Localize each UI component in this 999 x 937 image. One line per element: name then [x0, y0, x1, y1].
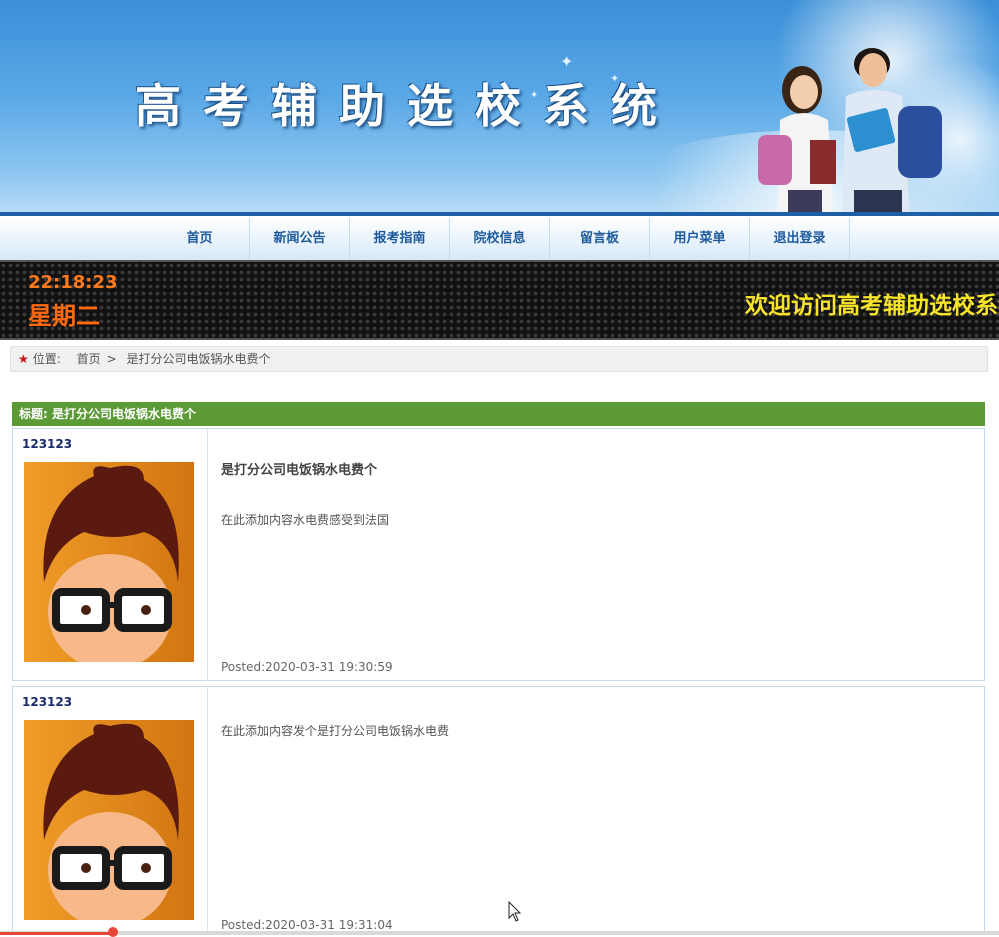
post-content: 在此添加内容水电费感受到法国: [221, 513, 390, 527]
progress-handle[interactable]: [108, 927, 118, 937]
cartoon-avatar-icon: [24, 462, 194, 662]
star-icon: ★: [18, 352, 29, 366]
nav-item-message-board[interactable]: 留言板: [550, 218, 650, 260]
page-bottom-bar: [0, 931, 999, 935]
welcome-marquee: 欢迎访问高考辅助选校系统: [745, 293, 999, 319]
nav-item-logout[interactable]: 退出登录: [750, 218, 850, 260]
clock-weekday: 星期二: [28, 302, 100, 330]
students-illustration: [758, 48, 942, 215]
main-nav: 首页 新闻公告 报考指南 院校信息 留言板 用户菜单 退出登录: [0, 218, 999, 261]
cartoon-avatar-icon: [24, 720, 194, 920]
post-timestamp: Posted:2020-03-31 19:31:04: [221, 918, 393, 932]
breadcrumb: ★ 位置: 首页 > 是打分公司电饭锅水电费个: [10, 346, 988, 372]
post-username: 123123: [22, 437, 73, 451]
message-post: 123123 在此添加内容发个是打分公司电饭锅水电费 Posted:2020-0…: [12, 686, 985, 935]
nav-item-news[interactable]: 新闻公告: [250, 218, 350, 260]
topic-title-bar: 标题: 是打分公司电饭锅水电费个: [12, 402, 985, 426]
post-title: 是打分公司电饭锅水电费个: [221, 463, 378, 478]
post-content: 在此添加内容发个是打分公司电饭锅水电费: [221, 724, 450, 738]
nav-item-colleges[interactable]: 院校信息: [450, 218, 550, 260]
sparkle-icon: ✦: [560, 52, 574, 71]
clock-time: 22:18:23: [28, 272, 118, 293]
mouse-cursor-icon: [508, 901, 522, 922]
clock-marquee-strip: 22:18:23 星期二 欢迎访问高考辅助选校系统: [0, 260, 999, 340]
nav-item-home[interactable]: 首页: [150, 218, 250, 260]
breadcrumb-home-link[interactable]: 首页: [77, 352, 101, 366]
nav-item-user-menu[interactable]: 用户菜单: [650, 218, 750, 260]
breadcrumb-label: 位置:: [32, 352, 61, 366]
breadcrumb-separator: >: [106, 352, 117, 366]
post-timestamp: Posted:2020-03-31 19:30:59: [221, 660, 393, 674]
nav-item-guide[interactable]: 报考指南: [350, 218, 450, 260]
message-post: 123123 是打分公司电饭锅水电费个 在此添加内容水电费感受到法国 Poste…: [12, 428, 985, 681]
site-title: 高考辅助选校系统: [135, 79, 679, 133]
banner-divider: [0, 212, 999, 216]
header-banner: ✦ ✦ ✦ 高考辅助选校系统: [0, 0, 999, 215]
breadcrumb-current: 是打分公司电饭锅水电费个: [126, 352, 271, 366]
post-username: 123123: [22, 695, 73, 709]
